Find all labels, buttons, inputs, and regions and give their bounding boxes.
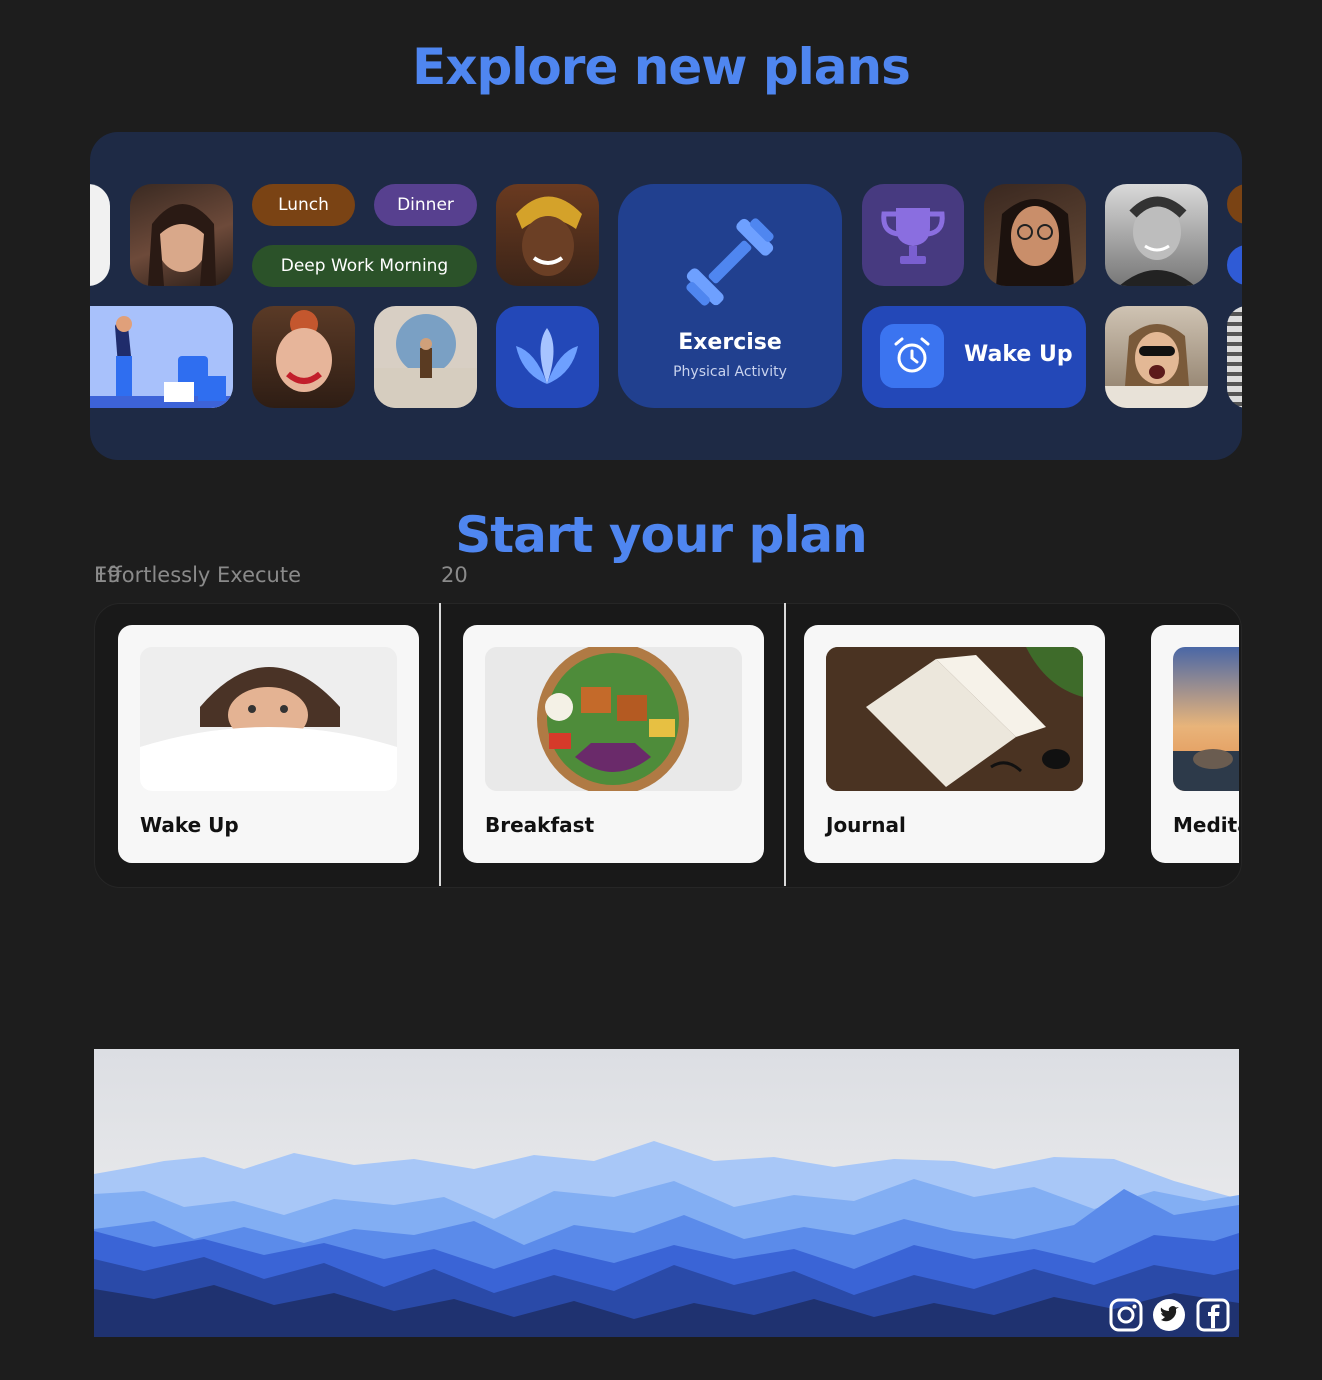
day-number: 20	[441, 563, 468, 587]
avatar[interactable]	[130, 184, 233, 286]
plan-illustration-hydrate[interactable]	[90, 306, 233, 408]
day-divider	[439, 603, 441, 886]
trophy-icon	[881, 208, 945, 264]
plan-pill-dinner[interactable]: Dinner	[374, 184, 477, 226]
plan-card-wake-up[interactable]: Wake Up	[118, 625, 419, 863]
featured-plan-title: Exercise	[678, 330, 782, 355]
plan-pill-lunch[interactable]: Lunch	[252, 184, 355, 226]
dumbbell-icon	[686, 218, 774, 306]
plan-tile-label: Wake Up	[964, 342, 1073, 367]
plan-card-image	[140, 647, 397, 791]
explore-title: Explore new plans	[412, 38, 911, 96]
instagram-icon[interactable]	[1109, 1298, 1143, 1332]
plan-card-breakfast[interactable]: Breakfast	[463, 625, 764, 863]
plan-pill-deep-work[interactable]: Deep Work Morning	[252, 245, 477, 287]
avatar[interactable]	[1105, 306, 1208, 408]
footer-landscape	[94, 1049, 1239, 1337]
plan-card-image	[1173, 647, 1239, 791]
explore-carousel[interactable]: Lunch Dinner Deep Work Morning Exercise …	[90, 132, 1242, 460]
avatar[interactable]	[496, 184, 599, 286]
plan-card-image	[826, 647, 1083, 791]
avatar[interactable]	[374, 306, 477, 408]
plan-pill-partial[interactable]	[1227, 245, 1242, 285]
plans-title: Start your plan	[455, 506, 868, 564]
plan-card-meditation[interactable]: Medita	[1151, 625, 1239, 863]
plan-card-journal[interactable]: Journal	[804, 625, 1105, 863]
featured-plan-subtitle: Physical Activity	[673, 364, 787, 380]
twitter-icon[interactable]	[1152, 1298, 1186, 1332]
alarm-clock-icon	[894, 337, 930, 373]
plan-pill-partial[interactable]	[1227, 184, 1242, 224]
plan-card-image	[485, 647, 742, 791]
plan-card-label: Medita	[1173, 813, 1239, 837]
plan-card-label: Wake Up	[140, 813, 239, 837]
plan-tile-partial[interactable]	[90, 184, 110, 286]
plan-tile-meditation[interactable]	[496, 306, 599, 408]
plan-card-label: Breakfast	[485, 813, 595, 837]
facebook-icon[interactable]	[1196, 1298, 1230, 1332]
featured-plan-exercise[interactable]: Exercise Physical Activity	[618, 184, 842, 408]
plan-tile-wake-up[interactable]: Wake Up	[862, 306, 1086, 408]
day-divider	[784, 603, 786, 886]
plan-tile-partial[interactable]	[1227, 306, 1242, 408]
avatar[interactable]	[252, 306, 355, 408]
lotus-icon	[516, 328, 578, 384]
plans-subtitle: Effortlessly Execute	[94, 563, 302, 587]
avatar[interactable]	[1105, 184, 1208, 286]
avatar[interactable]	[984, 184, 1086, 286]
plan-card-label: Journal	[826, 813, 906, 837]
plan-tile-achievement[interactable]	[862, 184, 964, 286]
